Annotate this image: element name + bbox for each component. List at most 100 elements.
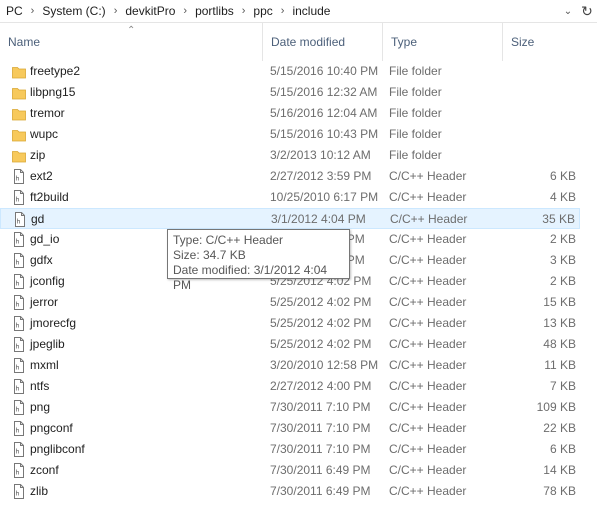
column-header-name[interactable]: Name [0, 23, 263, 61]
svg-text:h: h [16, 407, 20, 414]
tooltip-date: Date modified: 3/1/2012 4:04 PM [173, 263, 328, 292]
file-type: C/C++ Header [389, 232, 467, 246]
breadcrumb-separator-icon[interactable]: › [108, 5, 124, 17]
file-size: 35 KB [542, 212, 575, 226]
file-row[interactable]: h zconf 7/30/2011 6:49 PM C/C++ Header 14 KB [0, 460, 580, 481]
file-name: jmorecfg [30, 316, 77, 330]
file-size: 14 KB [543, 463, 576, 477]
svg-text:h: h [16, 344, 20, 351]
file-size: 48 KB [543, 337, 576, 351]
file-name: ext2 [30, 169, 53, 183]
file-row[interactable]: h zlib 7/30/2011 6:49 PM C/C++ Header 78 KB [0, 481, 580, 502]
file-type: C/C++ Header [389, 274, 467, 288]
file-type: C/C++ Header [389, 295, 467, 309]
file-date-modified: 7/30/2011 7:10 PM [270, 442, 371, 456]
svg-text:h: h [16, 449, 20, 456]
file-size: 15 KB [543, 295, 576, 309]
breadcrumb-item[interactable]: include [290, 4, 332, 18]
header-file-icon: h [12, 316, 26, 331]
chevron-down-icon: ⌄ [563, 5, 573, 17]
file-type: C/C++ Header [389, 400, 467, 414]
breadcrumb-item[interactable]: System (C:) [40, 4, 107, 18]
file-row[interactable]: h pnglibconf 7/30/2011 7:10 PM C/C++ Header… [0, 439, 580, 460]
address-history-dropdown[interactable]: ⌄ [561, 2, 575, 20]
column-header-type-label: Type [391, 35, 418, 49]
refresh-button[interactable]: ↻ [579, 2, 595, 20]
column-header-name-label: Name [8, 35, 41, 49]
column-header-size-label: Size [511, 35, 535, 49]
breadcrumb-separator-icon[interactable]: › [275, 5, 291, 17]
file-date-modified: 3/1/2012 4:04 PM [271, 212, 366, 226]
file-size: 78 KB [543, 484, 576, 498]
file-date-modified: 7/30/2011 7:10 PM [270, 400, 371, 414]
file-row[interactable]: h ext2 2/27/2012 3:59 PM C/C++ Header 6 KB [0, 166, 580, 187]
svg-text:h: h [17, 219, 21, 226]
file-name: gdfx [30, 253, 53, 267]
svg-text:h: h [16, 491, 20, 498]
breadcrumb-separator-icon[interactable]: › [177, 5, 193, 17]
file-name: jerror [30, 295, 59, 309]
file-date-modified: 3/2/2013 10:12 AM [270, 148, 371, 162]
svg-text:h: h [16, 386, 20, 393]
file-row[interactable]: h gd 3/1/2012 4:04 PM C/C++ Header 35 KB [0, 208, 580, 229]
file-name: gd [31, 212, 45, 226]
header-file-icon: h [12, 232, 26, 247]
header-file-icon: h [12, 400, 26, 415]
breadcrumb-item[interactable]: ppc [251, 4, 274, 18]
file-row[interactable]: h ft2build 10/25/2010 6:17 PM C/C++ Header 4… [0, 187, 580, 208]
file-date-modified: 2/27/2012 3:59 PM [270, 169, 372, 183]
file-name: tremor [30, 106, 65, 120]
header-file-icon: h [12, 379, 26, 394]
breadcrumb-item[interactable]: devkitPro [123, 4, 177, 18]
file-size: 22 KB [543, 421, 576, 435]
folder-icon [12, 85, 26, 100]
file-row[interactable]: zip 3/2/2013 10:12 AM File folder [0, 145, 580, 166]
file-row[interactable]: h jmorecfg 5/25/2012 4:02 PM C/C++ Header 13… [0, 313, 580, 334]
file-type: C/C++ Header [390, 212, 468, 226]
file-size: 2 KB [549, 232, 576, 246]
column-header-row: ⌃ Name Date modified Type Size [0, 23, 597, 61]
breadcrumb-separator-icon[interactable]: › [236, 5, 252, 17]
address-bar[interactable]: PC › System (C:) › devkitPro › portlibs › ppc › in… [0, 0, 597, 23]
file-row[interactable]: h mxml 3/20/2010 12:58 PM C/C++ Header 11 KB [0, 355, 580, 376]
file-size: 13 KB [543, 316, 576, 330]
file-row[interactable]: tremor 5/16/2016 12:04 AM File folder [0, 103, 580, 124]
svg-text:h: h [16, 302, 20, 309]
file-row[interactable]: h ntfs 2/27/2012 4:00 PM C/C++ Header 7 KB [0, 376, 580, 397]
file-date-modified: 7/30/2011 6:49 PM [270, 484, 371, 498]
file-row[interactable]: h pngconf 7/30/2011 7:10 PM C/C++ Header 22 … [0, 418, 580, 439]
file-name: ft2build [30, 190, 69, 204]
file-info-tooltip: Type: C/C++ Header Size: 34.7 KB Date mo… [167, 229, 350, 292]
file-date-modified: 5/15/2016 10:40 PM [270, 64, 379, 78]
breadcrumb-item[interactable]: portlibs [193, 4, 236, 18]
file-date-modified: 5/25/2012 4:02 PM [270, 316, 372, 330]
file-row[interactable]: h jpeglib 5/25/2012 4:02 PM C/C++ Header 48 … [0, 334, 580, 355]
file-type: C/C++ Header [389, 484, 467, 498]
file-type: C/C++ Header [389, 379, 467, 393]
file-date-modified: 7/30/2011 7:10 PM [270, 421, 371, 435]
file-row[interactable]: libpng15 5/15/2016 12:32 AM File folder [0, 82, 580, 103]
file-type: C/C++ Header [389, 358, 467, 372]
breadcrumb-item[interactable]: PC [4, 4, 25, 18]
file-row[interactable]: h png 7/30/2011 7:10 PM C/C++ Header 109 KB [0, 397, 580, 418]
file-type: File folder [389, 64, 442, 78]
column-header-type[interactable]: Type [383, 23, 503, 61]
file-row[interactable]: h jerror 5/25/2012 4:02 PM C/C++ Header 15 K… [0, 292, 580, 313]
breadcrumb-separator-icon[interactable]: › [25, 5, 41, 17]
folder-icon [12, 148, 26, 163]
file-name: jpeglib [30, 337, 65, 351]
file-type: C/C++ Header [389, 169, 467, 183]
file-name: png [30, 400, 51, 414]
svg-text:h: h [16, 239, 20, 246]
file-name: ntfs [30, 379, 50, 393]
file-date-modified: 5/25/2012 4:02 PM [270, 295, 372, 309]
column-header-size[interactable]: Size [503, 23, 583, 61]
header-file-icon: h [12, 421, 26, 436]
file-type: File folder [389, 106, 442, 120]
file-date-modified: 5/25/2012 4:02 PM [270, 337, 372, 351]
file-row[interactable]: freetype2 5/15/2016 10:40 PM File folder [0, 61, 580, 82]
file-type: C/C++ Header [389, 442, 467, 456]
column-header-date[interactable]: Date modified [263, 23, 383, 61]
file-type: File folder [389, 127, 442, 141]
file-row[interactable]: wupc 5/15/2016 10:43 PM File folder [0, 124, 580, 145]
